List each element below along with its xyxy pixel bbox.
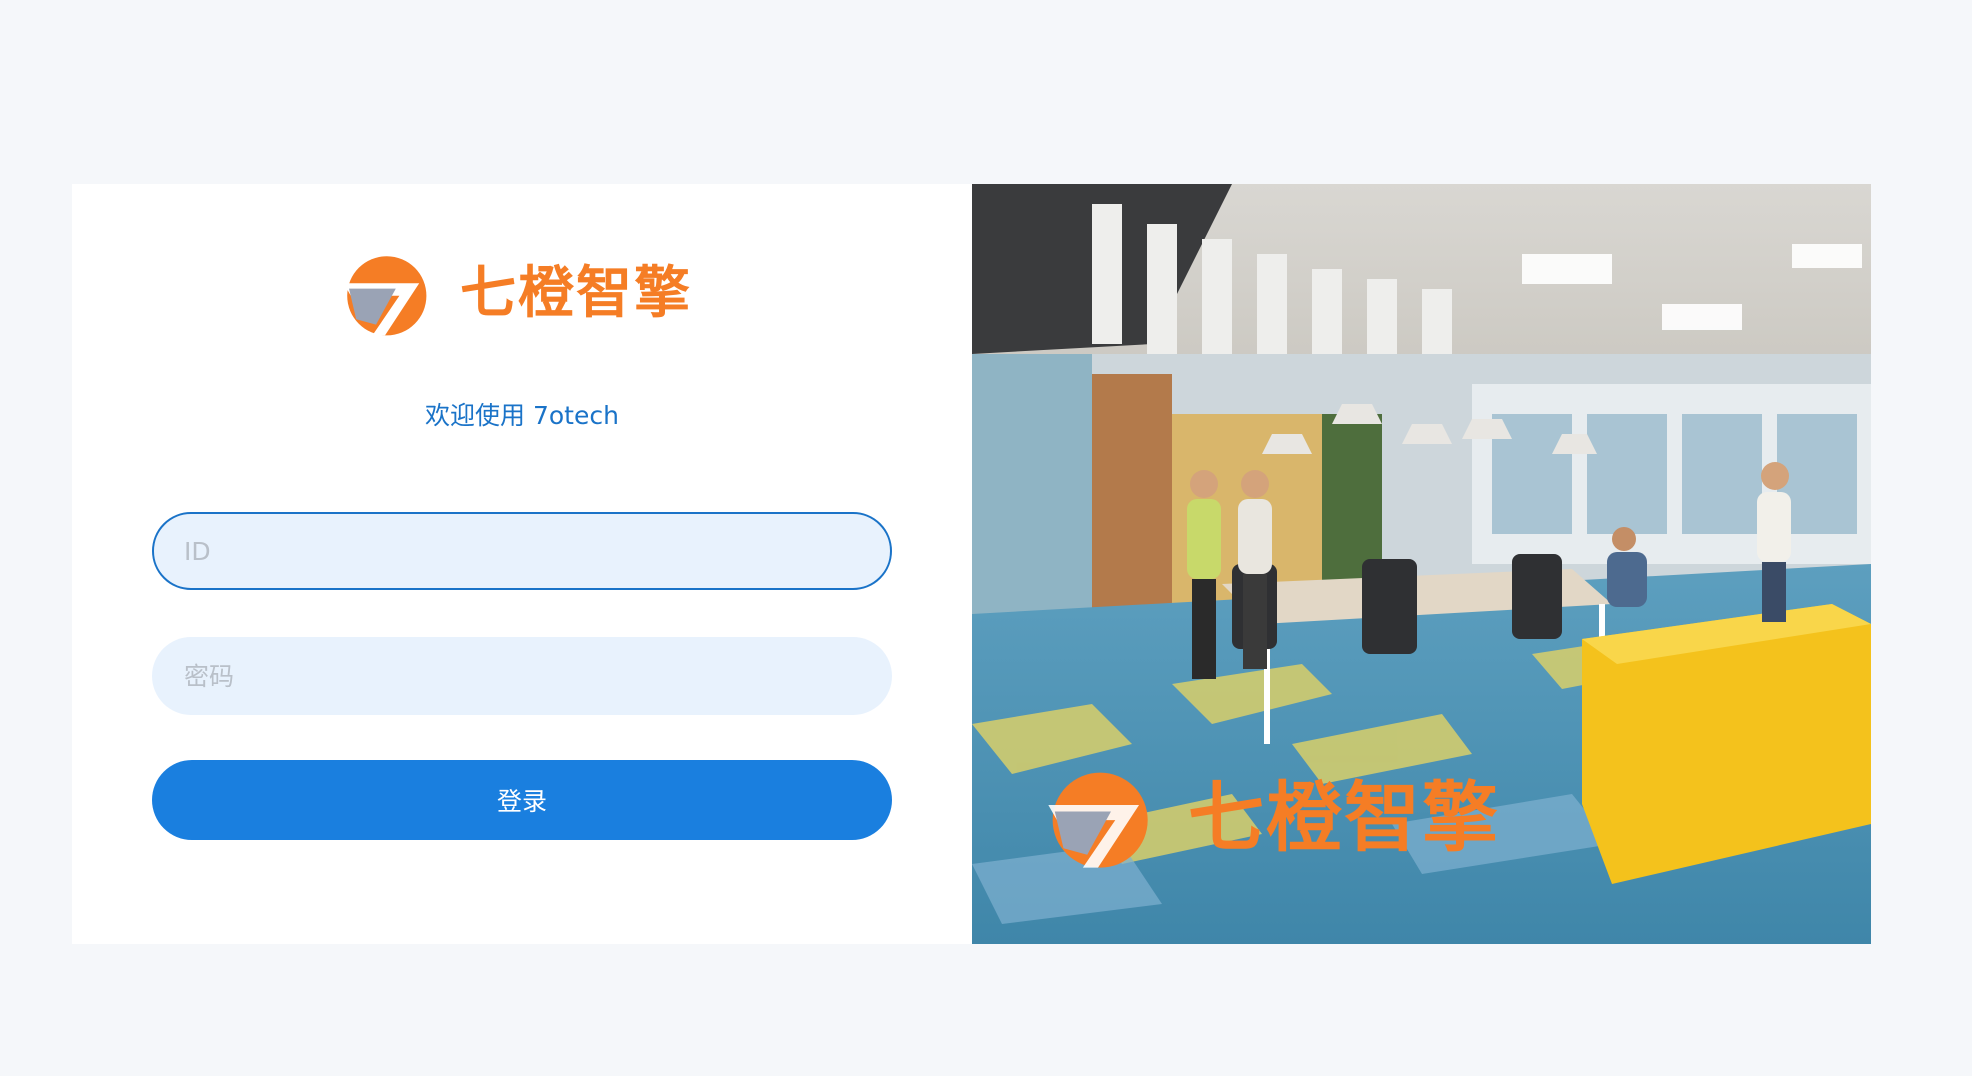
login-panel: 七橙智擎 欢迎使用 7otech 登录 <box>72 184 972 944</box>
brand-logo: 七橙智擎 <box>340 244 692 344</box>
hero-image: 七橙智擎 <box>972 184 1871 944</box>
id-input[interactable] <box>152 512 892 590</box>
password-input[interactable] <box>152 637 892 715</box>
hero-watermark-logo: 七橙智擎 <box>1044 764 1500 872</box>
welcome-title: 欢迎使用 7otech <box>425 401 619 430</box>
hero-watermark-text: 七橙智擎 <box>1188 773 1500 862</box>
brand-name: 七橙智擎 <box>460 261 692 326</box>
brand-logo-icon <box>343 256 427 336</box>
login-card: 七橙智擎 欢迎使用 7otech 登录 <box>72 184 1871 944</box>
login-button[interactable]: 登录 <box>152 760 892 840</box>
brand-logo-watermark-icon <box>1048 772 1148 868</box>
